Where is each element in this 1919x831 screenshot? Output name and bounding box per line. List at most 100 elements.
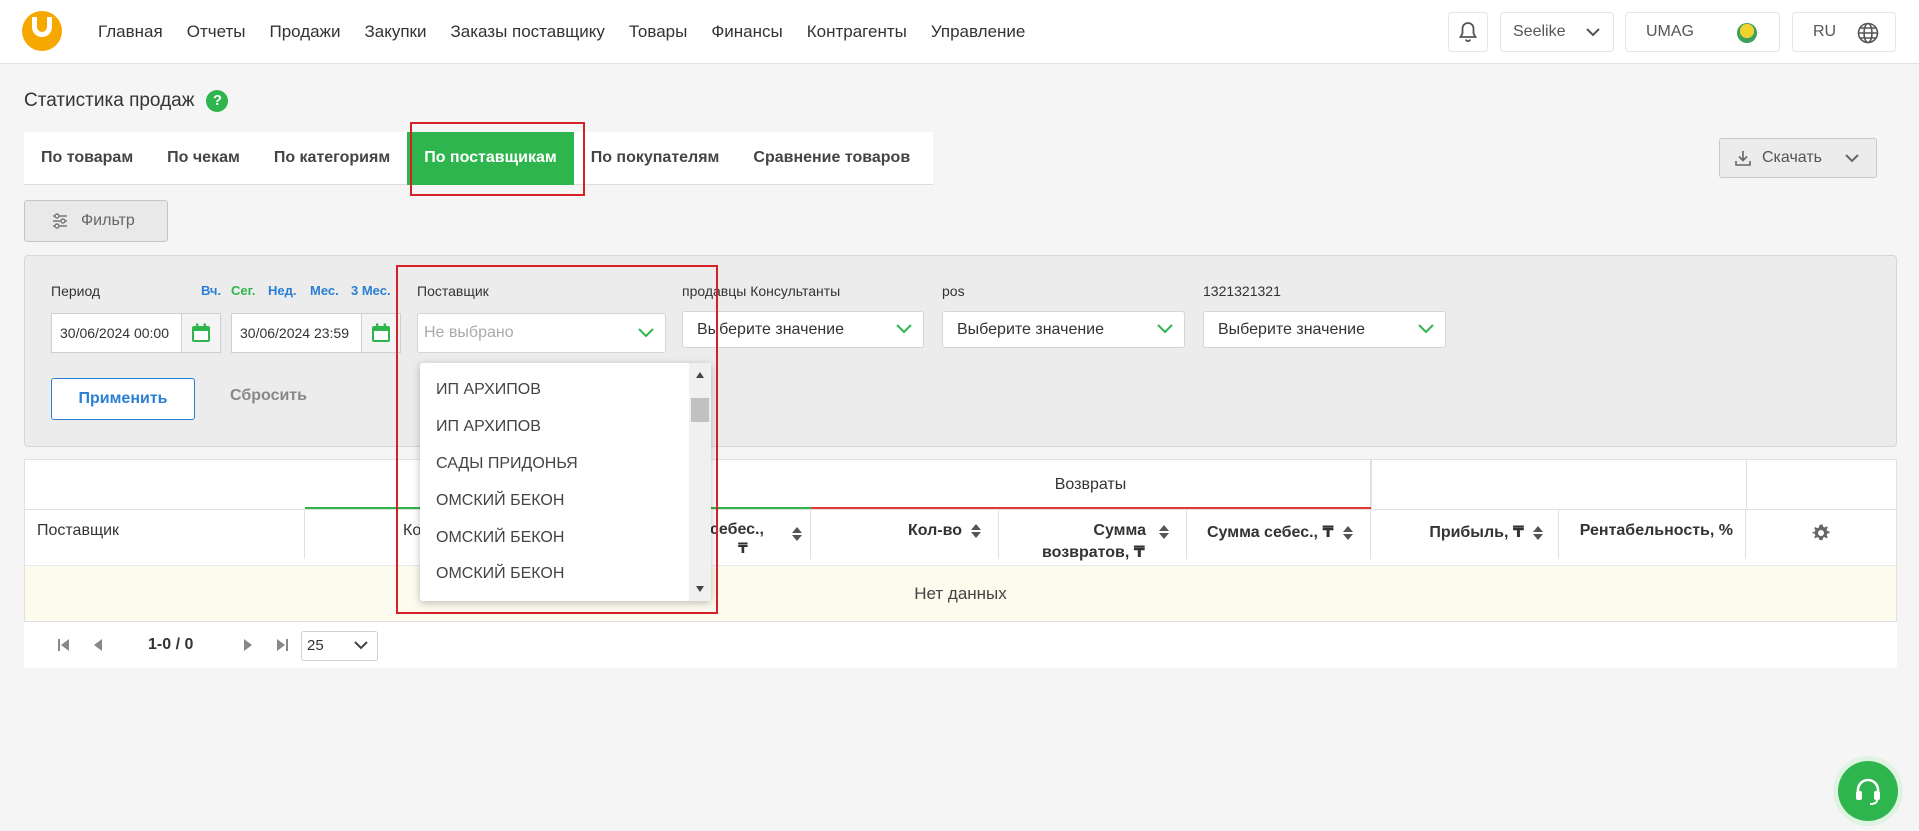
- tab-compare-products[interactable]: Сравнение товаров: [736, 132, 927, 185]
- sort-icon[interactable]: [1158, 524, 1170, 540]
- chevron-down-icon: [1586, 28, 1600, 37]
- col-margin-label: Рентабельность, %: [1579, 522, 1733, 539]
- highlight-box-supplier: [396, 265, 718, 614]
- nav-item-home[interactable]: Главная: [98, 22, 163, 42]
- nav-item-finance[interactable]: Финансы: [711, 22, 782, 42]
- quick-period-3-months[interactable]: 3 Мес.: [351, 283, 391, 298]
- col-cost-unit: ₸: [738, 540, 748, 556]
- quick-period-yesterday[interactable]: Вч.: [201, 283, 221, 298]
- sort-icon[interactable]: [791, 526, 803, 542]
- company-switcher[interactable]: Seelike: [1500, 12, 1614, 52]
- col-returns-sum-label-2: возвратов, ₸: [1042, 544, 1145, 561]
- next-page-icon[interactable]: [242, 638, 254, 652]
- umag-logo[interactable]: [22, 11, 62, 51]
- download-icon: [1735, 151, 1751, 166]
- consultants-select[interactable]: Выберите значение: [682, 311, 924, 348]
- page-title: Статистика продаж ?: [24, 90, 229, 112]
- sort-icon[interactable]: [1532, 525, 1544, 541]
- notifications-button[interactable]: [1448, 12, 1488, 52]
- date-to-calendar-button[interactable]: [361, 313, 401, 353]
- pos-label: pos: [942, 283, 965, 299]
- chevron-down-icon: [1845, 154, 1859, 163]
- col-returns-qty-label: Кол-во: [907, 522, 962, 539]
- reset-button[interactable]: Сбросить: [230, 387, 307, 405]
- gear-icon: [1812, 524, 1830, 541]
- bell-icon: [1458, 22, 1478, 42]
- download-button[interactable]: Скачать: [1719, 138, 1877, 178]
- chevron-down-icon: [1418, 324, 1434, 334]
- custom-filter-select[interactable]: Выберите значение: [1203, 311, 1446, 348]
- date-from-input[interactable]: 30/06/2024 00:00: [51, 313, 182, 353]
- nav-item-contractors[interactable]: Контрагенты: [807, 22, 907, 42]
- quick-period-week[interactable]: Нед.: [268, 283, 296, 298]
- sliders-icon: [53, 213, 67, 229]
- first-page-icon[interactable]: [57, 638, 71, 652]
- nav-item-sales[interactable]: Продажи: [269, 22, 340, 42]
- custom-filter-select-value: Выберите значение: [1218, 321, 1366, 338]
- highlight-box-tab: [410, 122, 585, 196]
- page-range: 1-0 / 0: [148, 636, 194, 653]
- nav-item-products[interactable]: Товары: [629, 22, 687, 42]
- chevron-down-icon: [896, 324, 912, 334]
- supplier-stats-table: Возвраты Поставщик Кол-в себес., ₸ Кол-в…: [24, 459, 1897, 622]
- pagination: 1-0 / 0 25: [24, 622, 1897, 668]
- empty-table-row: Нет данных: [25, 565, 1896, 621]
- pos-select-value: Выберите значение: [957, 321, 1105, 338]
- col-returns-sum-label-1: Сумма: [1093, 522, 1146, 539]
- col-returns-sum[interactable]: Сумма возвратов, ₸: [999, 509, 1187, 561]
- sort-icon[interactable]: [1342, 525, 1354, 541]
- top-bar: Главная Отчеты Продажи Закупки Заказы по…: [0, 0, 1919, 64]
- page-title-text: Статистика продаж: [24, 90, 195, 111]
- col-profit[interactable]: Прибыль, ₸: [1371, 509, 1559, 559]
- quick-period-month[interactable]: Мес.: [310, 283, 339, 298]
- tab-by-categories[interactable]: По категориям: [257, 132, 407, 185]
- custom-filter-label: 1321321321: [1203, 283, 1281, 299]
- globe-icon: [1857, 22, 1879, 44]
- tab-by-products[interactable]: По товарам: [24, 132, 150, 185]
- apply-button[interactable]: Применить: [51, 378, 195, 420]
- period-label: Период: [51, 283, 101, 299]
- sort-icon[interactable]: [970, 523, 982, 539]
- help-icon[interactable]: ?: [206, 90, 229, 112]
- date-from-calendar-button[interactable]: [181, 313, 221, 353]
- support-chat-button[interactable]: [1838, 761, 1898, 821]
- language-switcher[interactable]: RU: [1792, 12, 1896, 52]
- consultants-select-value: Выберите значение: [697, 321, 845, 338]
- company-name: Seelike: [1513, 23, 1566, 40]
- table-settings-button[interactable]: [1746, 509, 1896, 559]
- account-menu[interactable]: UMAG: [1625, 12, 1780, 52]
- col-margin[interactable]: Рентабельность, %: [1559, 509, 1746, 559]
- account-name: UMAG: [1646, 23, 1694, 40]
- tab-by-receipts[interactable]: По чекам: [150, 132, 257, 185]
- col-returns-cost-label: Сумма себес., ₸: [1207, 524, 1334, 541]
- last-page-icon[interactable]: [275, 638, 289, 652]
- date-to-input[interactable]: 30/06/2024 23:59: [231, 313, 362, 353]
- nav-item-purchases[interactable]: Закупки: [364, 22, 426, 42]
- nav-item-reports[interactable]: Отчеты: [187, 22, 246, 42]
- avatar: [1737, 23, 1757, 43]
- prev-page-icon[interactable]: [92, 638, 104, 652]
- quick-period-today[interactable]: Сег.: [231, 283, 255, 298]
- tab-by-customers[interactable]: По покупателям: [574, 132, 737, 185]
- returns-group-label: Возвраты: [1054, 475, 1127, 493]
- col-profit-label: Прибыль, ₸: [1429, 524, 1524, 541]
- returns-group-header: Возвраты: [811, 460, 1371, 509]
- col-returns-qty[interactable]: Кол-во: [811, 509, 999, 559]
- main-nav: Главная Отчеты Продажи Закупки Заказы по…: [98, 0, 1025, 64]
- language-code: RU: [1813, 23, 1837, 40]
- headset-icon: [1856, 778, 1880, 805]
- filter-toggle-button[interactable]: Фильтр: [24, 200, 168, 242]
- nav-item-management[interactable]: Управление: [931, 22, 1026, 42]
- download-label: Скачать: [1762, 149, 1822, 166]
- filter-label: Фильтр: [81, 212, 135, 229]
- col-supplier-label: Поставщик: [37, 522, 120, 539]
- col-supplier[interactable]: Поставщик: [25, 509, 305, 559]
- calendar-icon: [192, 323, 210, 342]
- chevron-down-icon: [354, 641, 368, 650]
- col-cost-label: себес.,: [710, 521, 764, 538]
- col-returns-cost[interactable]: Сумма себес., ₸: [1187, 509, 1371, 559]
- nav-item-supplier-orders[interactable]: Заказы поставщику: [450, 22, 604, 42]
- page-size-select[interactable]: 25: [301, 631, 378, 661]
- pos-select[interactable]: Выберите значение: [942, 311, 1185, 348]
- calendar-icon: [372, 323, 390, 342]
